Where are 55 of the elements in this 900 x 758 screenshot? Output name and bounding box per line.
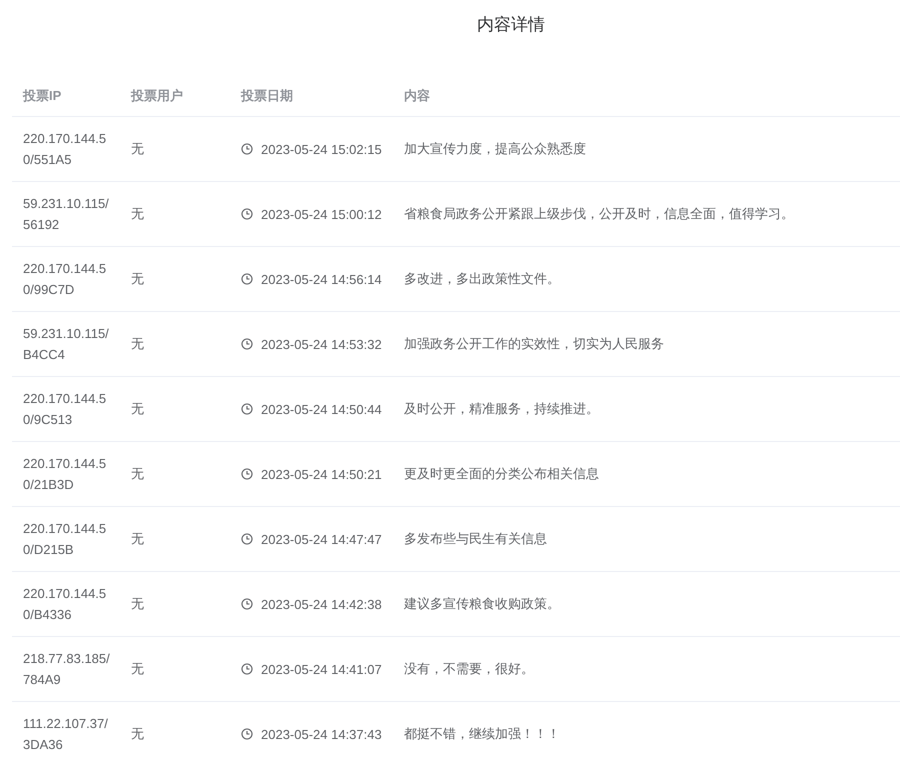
table-cell: 更及时更全面的分类公布相关信息 <box>404 465 599 483</box>
table-cell: 无 <box>131 465 144 483</box>
clock-icon <box>241 143 253 155</box>
table-cell: 2023-05-24 14:53:32 <box>261 336 382 352</box>
clock-icon <box>241 273 253 285</box>
table-cell: 无 <box>131 595 144 613</box>
column-header: 投票日期 <box>241 87 293 105</box>
table-cell: 2023-05-24 14:56:14 <box>261 272 382 286</box>
dialog-title: 内容详情 <box>476 14 546 36</box>
clock-icon <box>241 728 253 740</box>
table-cell: 加大宣传力度，提高公众熟悉度 <box>404 140 586 158</box>
table-cell: 多发布些与民生有关信息 <box>404 530 547 548</box>
table-cell: 无 <box>131 140 144 158</box>
clock-icon <box>241 468 253 480</box>
table-cell: 2023-05-24 15:02:15 <box>261 142 382 156</box>
table-cell-text: 220.170.144.50/D215B <box>23 520 108 559</box>
table-cell: 无 <box>131 530 144 548</box>
table-cell: 2023-05-24 15:00:12 <box>261 206 382 222</box>
column-header: 投票IP <box>23 87 62 105</box>
table-cell: 2023-05-24 14:42:38 <box>261 596 382 612</box>
clock-icon <box>241 533 253 545</box>
table-cell: 无 <box>131 660 144 678</box>
table-cell: 没有，不需要，很好。 <box>404 660 534 678</box>
table-cell: 2023-05-24 14:50:44 <box>261 402 382 416</box>
clock-icon <box>241 663 253 675</box>
table-cell: 2023-05-24 14:41:07 <box>261 662 382 676</box>
table-cell-text: 111.22.107.37/3DA36 <box>23 715 109 754</box>
table-cell-text: 59.231.10.115/56192 <box>23 195 110 234</box>
table-cell-text: 218.77.83.185/784A9 <box>23 650 111 689</box>
table-cell: 无 <box>131 270 144 288</box>
table-cell: 2023-05-24 14:50:21 <box>261 466 382 482</box>
table-cell: 2023-05-24 14:47:47 <box>261 532 382 546</box>
table-cell: 无 <box>131 205 144 223</box>
table-cell: 都挺不错，继续加强！！！ <box>404 725 560 743</box>
table-cell-text: 220.170.144.50/21B3D <box>23 455 108 494</box>
table-cell: 省粮食局政务公开紧跟上级步伐，公开及时，信息全面，值得学习。 <box>404 205 794 223</box>
table-cell-text: 220.170.144.50/551A5 <box>23 130 108 169</box>
table-cell: 无 <box>131 335 144 353</box>
table-cell: 多改进，多出政策性文件。 <box>404 270 560 288</box>
clock-icon <box>241 338 253 350</box>
table-cell: 2023-05-24 14:37:43 <box>261 726 382 742</box>
clock-icon <box>241 403 253 415</box>
table-cell: 建议多宣传粮食收购政策。 <box>404 595 560 613</box>
table-cell: 无 <box>131 400 144 418</box>
table-cell: 无 <box>131 725 144 743</box>
column-header: 投票用户 <box>131 87 183 105</box>
table-cell-text: 220.170.144.50/B4336 <box>23 585 108 624</box>
table-cell-text: 220.170.144.50/99C7D <box>23 260 108 299</box>
table-cell-text: 59.231.10.115/B4CC4 <box>23 325 110 364</box>
table-cell-text: 220.170.144.50/9C513 <box>23 390 108 429</box>
table-cell: 加强政务公开工作的实效性，切实为人民服务 <box>404 335 664 353</box>
clock-icon <box>241 598 253 610</box>
clock-icon <box>241 208 253 220</box>
column-header: 内容 <box>404 87 430 105</box>
table-cell: 及时公开，精准服务，持续推进。 <box>404 400 599 418</box>
